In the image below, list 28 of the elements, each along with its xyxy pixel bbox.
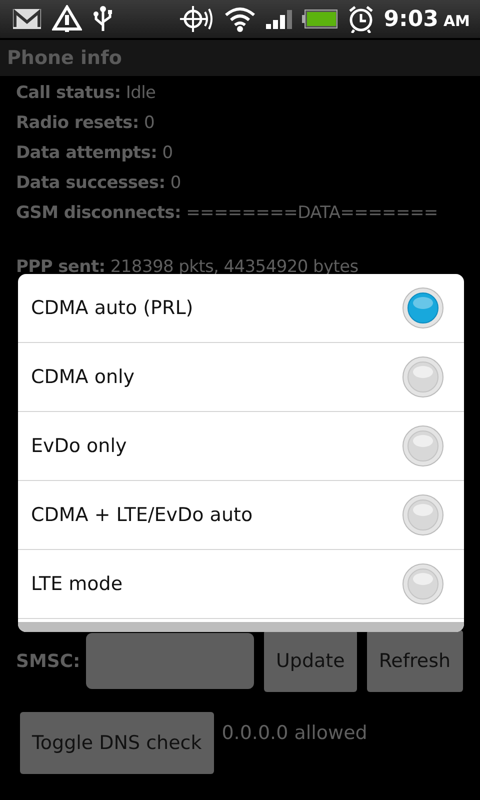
radio-button[interactable]: [402, 356, 444, 398]
info-line: GSM disconnects: ========DATA=======: [16, 202, 439, 225]
mail-icon: [12, 8, 42, 30]
dialog-option[interactable]: EvDo only: [18, 412, 464, 481]
clock-time: 9:03 AM: [384, 6, 470, 32]
info-line: Data attempts: 0: [16, 142, 174, 165]
info-line: Data successes: 0: [16, 172, 182, 195]
battery-icon: [302, 9, 338, 29]
dialog-option[interactable]: CDMA + LTE/EvDo auto: [18, 481, 464, 550]
info-line: Call status: Idle: [16, 82, 157, 105]
radio-button[interactable]: [402, 563, 444, 605]
usb-icon: [92, 5, 114, 33]
smsc-field[interactable]: [86, 633, 254, 689]
radio-button[interactable]: [402, 287, 444, 329]
radio-button[interactable]: [402, 425, 444, 467]
smsc-label: SMSC:: [16, 650, 76, 672]
warning-icon: [52, 5, 82, 33]
info-line: Radio resets: 0: [16, 112, 156, 135]
alarm-clock-icon: [348, 5, 374, 33]
dialog-option[interactable]: CDMA auto (PRL): [18, 274, 464, 343]
gps-icon: [178, 4, 214, 34]
dns-status: 0.0.0.0 allowed: [222, 722, 368, 744]
window-title: Phone info: [7, 47, 122, 69]
wifi-icon: [224, 6, 256, 32]
dialog-option[interactable]: CDMA only: [18, 343, 464, 412]
signal-icon: [266, 9, 292, 29]
dialog-option[interactable]: LTE mode: [18, 550, 464, 619]
radio-button[interactable]: [402, 494, 444, 536]
